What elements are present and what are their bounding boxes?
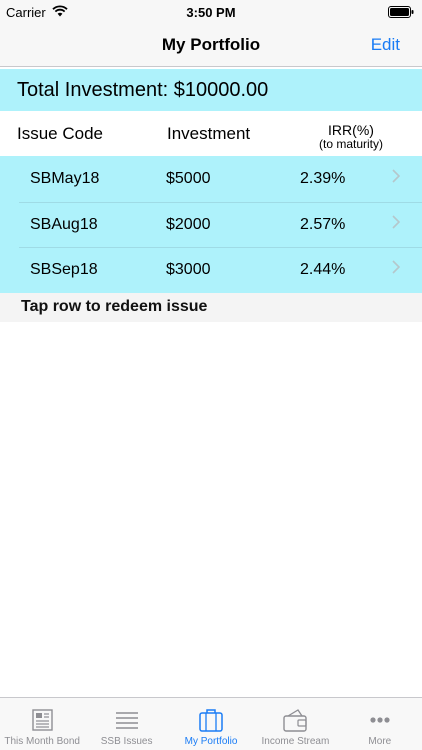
row-irr: 2.44% bbox=[300, 261, 346, 279]
tab-label: Income Stream bbox=[261, 736, 330, 747]
battery-icon bbox=[388, 6, 414, 18]
row-issue-code: SBAug18 bbox=[30, 215, 98, 233]
tab-ssb-issues[interactable]: SSB Issues bbox=[84, 698, 168, 750]
header-irr-label: IRR(%) bbox=[328, 122, 374, 138]
tab-bar: This Month Bond SSB Issues My Portfolio … bbox=[0, 697, 422, 750]
status-bar: Carrier 3:50 PM bbox=[0, 0, 422, 24]
tab-more[interactable]: More bbox=[338, 698, 422, 750]
header-investment: Investment bbox=[167, 124, 251, 143]
briefcase-icon bbox=[199, 709, 223, 732]
header-irr: IRR(%) (to maturity) bbox=[296, 123, 406, 150]
table-header: Issue Code Investment IRR(%) (to maturit… bbox=[0, 111, 422, 156]
tab-label: SSB Issues bbox=[100, 736, 153, 747]
portfolio-table: SBMay18 $5000 2.39% SBAug18 $2000 2.57% … bbox=[0, 156, 422, 293]
row-investment: $2000 bbox=[166, 215, 211, 233]
header-issue-code: Issue Code bbox=[17, 124, 103, 143]
tab-my-portfolio[interactable]: My Portfolio bbox=[169, 698, 253, 750]
status-time: 3:50 PM bbox=[186, 5, 236, 20]
tab-label: More bbox=[368, 736, 392, 747]
table-row[interactable]: SBAug18 $2000 2.57% bbox=[0, 201, 422, 248]
list-icon bbox=[115, 712, 138, 729]
tab-label: This Month Bond bbox=[4, 736, 80, 747]
edit-button[interactable]: Edit bbox=[371, 35, 400, 55]
redeem-hint-bar: Tap row to redeem issue bbox=[0, 293, 422, 322]
total-investment-banner: Total Investment: $10000.00 bbox=[0, 69, 422, 111]
row-investment: $3000 bbox=[166, 261, 211, 279]
row-issue-code: SBSep18 bbox=[30, 261, 98, 279]
row-irr: 2.39% bbox=[300, 170, 346, 187]
wallet-icon bbox=[283, 709, 308, 732]
total-investment-label: Total Investment: $10000.00 bbox=[17, 79, 269, 101]
chevron-right-icon bbox=[392, 169, 400, 183]
row-issue-code: SBMay18 bbox=[30, 170, 100, 187]
tab-income-stream[interactable]: Income Stream bbox=[253, 698, 337, 750]
row-investment: $5000 bbox=[166, 170, 211, 187]
navigation-bar: My Portfolio Edit bbox=[0, 24, 422, 67]
table-row[interactable]: SBSep18 $3000 2.44% bbox=[0, 247, 422, 293]
tab-label: My Portfolio bbox=[184, 736, 238, 747]
page-title: My Portfolio bbox=[161, 35, 261, 54]
row-irr: 2.57% bbox=[300, 215, 346, 233]
header-irr-sublabel: (to maturity) bbox=[318, 137, 383, 151]
newspaper-icon bbox=[32, 709, 53, 731]
chevron-right-icon bbox=[392, 260, 400, 274]
chevron-right-icon bbox=[392, 215, 400, 229]
table-row[interactable]: SBMay18 $5000 2.39% bbox=[0, 156, 422, 202]
redeem-hint: Tap row to redeem issue bbox=[21, 298, 208, 315]
tab-this-month-bond[interactable]: This Month Bond bbox=[0, 698, 84, 750]
more-icon bbox=[370, 717, 390, 723]
